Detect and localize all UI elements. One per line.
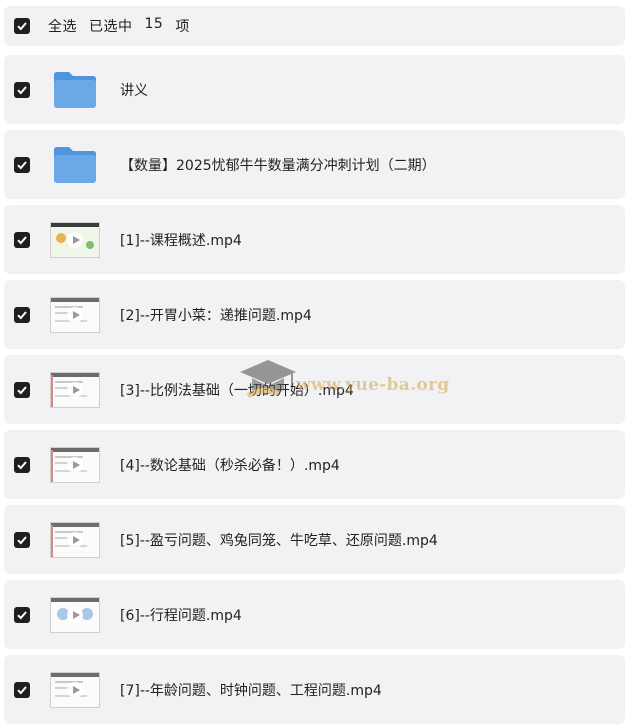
check-icon: [17, 310, 27, 319]
row-checkbox[interactable]: [14, 381, 30, 398]
file-row-video[interactable]: [5]--盈亏问题、鸡兔同笼、牛吃草、还原问题.mp4: [4, 505, 625, 574]
check-icon: [17, 85, 27, 94]
row-checkbox[interactable]: [14, 156, 30, 173]
select-all-checkbox[interactable]: [14, 18, 30, 34]
folder-icon: [54, 71, 96, 108]
select-all-bar[interactable]: 全选 已选中 15 项: [4, 6, 625, 46]
video-thumbnail[interactable]: [50, 446, 100, 483]
select-all-label[interactable]: 全选: [48, 16, 77, 36]
play-icon: [67, 681, 83, 698]
row-checkbox[interactable]: [14, 231, 30, 248]
selection-summary: 全选 已选中 15 项: [48, 16, 190, 36]
folder-icon: [54, 146, 96, 183]
file-row-video[interactable]: [3]--比例法基础（一切的开始）.mp4: [4, 355, 625, 424]
file-row-folder[interactable]: 讲义: [4, 55, 625, 124]
file-name[interactable]: [7]--年龄问题、时钟问题、工程问题.mp4: [120, 680, 382, 700]
play-icon: [67, 606, 83, 623]
video-thumbnail[interactable]: [50, 221, 100, 258]
check-icon: [17, 22, 27, 31]
check-icon: [17, 160, 27, 169]
row-checkbox[interactable]: [14, 306, 30, 323]
selected-prefix: 已选中: [89, 19, 133, 35]
play-icon: [67, 381, 83, 398]
check-icon: [17, 685, 27, 694]
file-row-folder[interactable]: 【数量】2025忧郁牛牛数量满分冲刺计划（二期）: [4, 130, 625, 199]
check-icon: [17, 385, 27, 394]
check-icon: [17, 235, 27, 244]
play-icon: [67, 456, 83, 473]
file-name[interactable]: [6]--行程问题.mp4: [120, 605, 242, 625]
row-checkbox[interactable]: [14, 531, 30, 548]
file-name[interactable]: [5]--盈亏问题、鸡兔同笼、牛吃草、还原问题.mp4: [120, 530, 438, 550]
video-thumbnail[interactable]: [50, 596, 100, 633]
play-icon: [67, 306, 83, 323]
file-name[interactable]: [4]--数论基础（秒杀必备！）.mp4: [120, 455, 340, 475]
video-thumbnail[interactable]: [50, 296, 100, 333]
play-icon: [67, 231, 83, 248]
file-row-video[interactable]: [2]--开胃小菜：递推问题.mp4: [4, 280, 625, 349]
file-row-video[interactable]: [6]--行程问题.mp4: [4, 580, 625, 649]
file-name[interactable]: 【数量】2025忧郁牛牛数量满分冲刺计划（二期）: [120, 155, 436, 175]
row-checkbox[interactable]: [14, 81, 30, 98]
file-row-video[interactable]: [1]--课程概述.mp4: [4, 205, 625, 274]
check-icon: [17, 535, 27, 544]
video-thumbnail[interactable]: [50, 521, 100, 558]
selected-count: 15: [144, 16, 164, 32]
play-icon: [67, 531, 83, 548]
video-thumbnail[interactable]: [50, 671, 100, 708]
file-name[interactable]: [2]--开胃小菜：递推问题.mp4: [120, 305, 312, 325]
check-icon: [17, 610, 27, 619]
file-row-video[interactable]: [7]--年龄问题、时钟问题、工程问题.mp4: [4, 655, 625, 724]
row-checkbox[interactable]: [14, 681, 30, 698]
row-checkbox[interactable]: [14, 606, 30, 623]
file-name[interactable]: [1]--课程概述.mp4: [120, 230, 242, 250]
file-row-video[interactable]: [4]--数论基础（秒杀必备！）.mp4: [4, 430, 625, 499]
file-name[interactable]: 讲义: [120, 80, 148, 100]
check-icon: [17, 460, 27, 469]
selected-suffix: 项: [175, 19, 190, 35]
video-thumbnail[interactable]: [50, 371, 100, 408]
file-name[interactable]: [3]--比例法基础（一切的开始）.mp4: [120, 380, 354, 400]
row-checkbox[interactable]: [14, 456, 30, 473]
